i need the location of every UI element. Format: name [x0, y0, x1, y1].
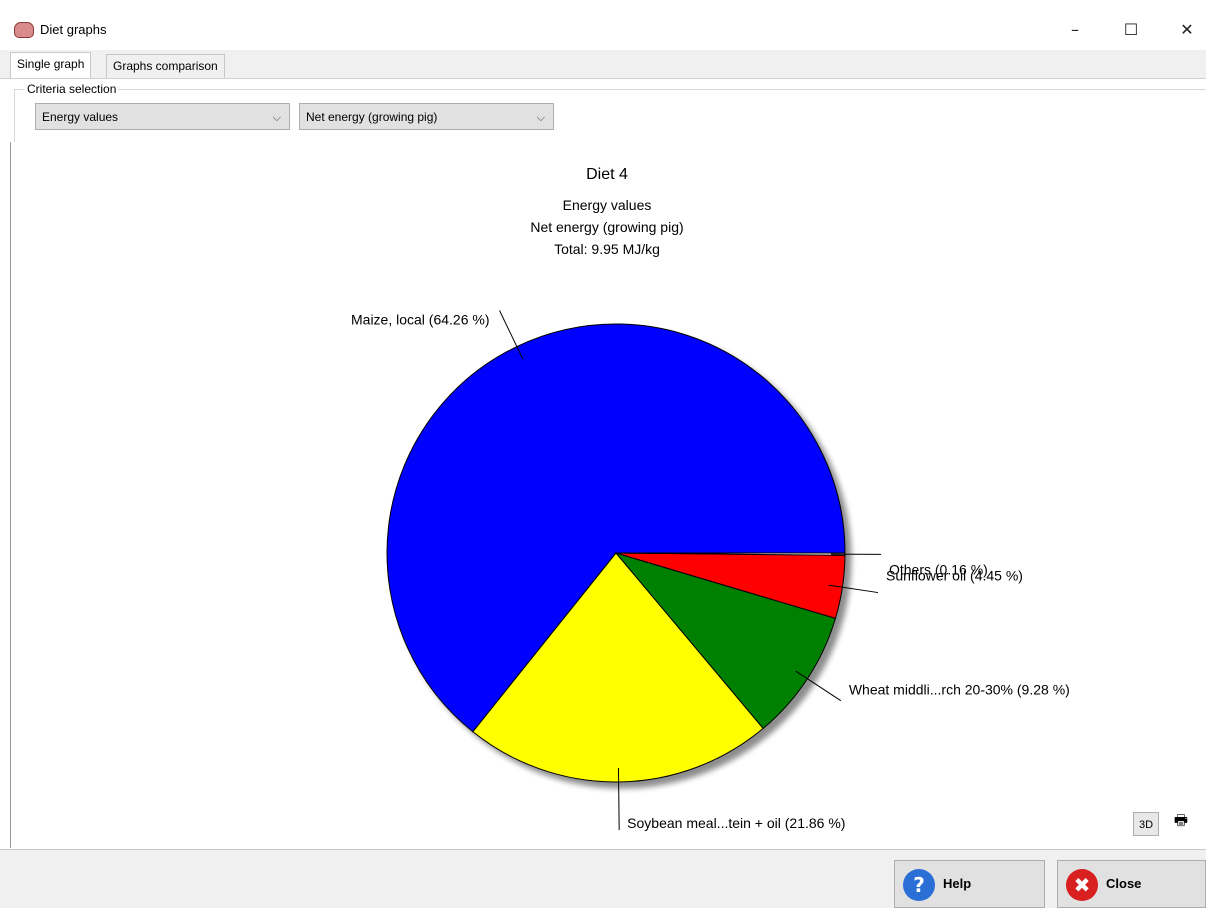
- pie-chart: Diet 4 Energy values Net energy (growing…: [11, 142, 1206, 848]
- criterion-select-value: Net energy (growing pig): [306, 110, 437, 124]
- footer-bar: ? Help ✖ Close: [0, 849, 1206, 908]
- help-icon: ?: [903, 869, 935, 901]
- pie-slice-label: Wheat middli...rch 20-30% (9.28 %): [849, 682, 1070, 698]
- help-button-label: Help: [943, 876, 971, 891]
- criteria-selection-group: Criteria selection Energy values ⌵ Net e…: [14, 89, 1206, 143]
- category-select[interactable]: Energy values ⌵: [35, 103, 290, 130]
- pie-leader-line: [618, 768, 619, 830]
- maximize-button[interactable]: ☐: [1108, 12, 1154, 48]
- criterion-select[interactable]: Net energy (growing pig) ⌵: [299, 103, 554, 130]
- window-title: Diet graphs: [40, 22, 106, 37]
- category-select-value: Energy values: [42, 110, 118, 124]
- tab-strip: Single graph Graphs comparison: [0, 50, 1206, 79]
- chart-subtitle-1: Energy values: [563, 197, 652, 213]
- chart-area: Diet 4 Energy values Net energy (growing…: [10, 142, 1206, 848]
- close-icon: ✖: [1066, 869, 1098, 901]
- close-button[interactable]: ✖ Close: [1057, 860, 1206, 908]
- tab-graphs-comparison[interactable]: Graphs comparison: [106, 54, 225, 78]
- help-button[interactable]: ? Help: [894, 860, 1045, 908]
- close-window-button[interactable]: ✕: [1164, 12, 1206, 48]
- tab-single-graph[interactable]: Single graph: [10, 52, 91, 78]
- chevron-down-icon: ⌵: [273, 104, 281, 131]
- chevron-down-icon: ⌵: [537, 104, 545, 131]
- pie-slice-label: Others (0.16 %): [889, 561, 988, 577]
- title-bar: Diet graphs – ☐ ✕: [0, 0, 1206, 50]
- chart-subtitle-2: Net energy (growing pig): [530, 219, 683, 235]
- chart-subtitle-3: Total: 9.95 MJ/kg: [554, 241, 660, 257]
- close-button-label: Close: [1106, 876, 1141, 891]
- pie-slice-label: Soybean meal...tein + oil (21.86 %): [627, 815, 845, 831]
- minimize-button[interactable]: –: [1052, 12, 1098, 48]
- pie-slice-label: Maize, local (64.26 %): [351, 312, 490, 328]
- toggle-3d-button[interactable]: 3D: [1133, 812, 1159, 836]
- criteria-legend: Criteria selection: [25, 82, 118, 96]
- chart-title: Diet 4: [586, 166, 628, 183]
- pig-icon: [14, 22, 34, 38]
- printer-icon[interactable]: 🖶: [1168, 809, 1194, 833]
